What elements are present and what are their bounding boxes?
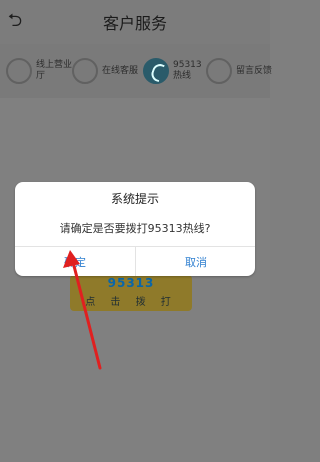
banner-number-graphic: 95313	[107, 276, 155, 290]
online-hall-icon	[6, 58, 32, 84]
tab-hotline[interactable]: 95313热线	[143, 53, 209, 89]
feedback-icon	[206, 58, 232, 84]
service-tabs: 线上营业厅 在线客服 95313热线 留言反馈	[0, 44, 272, 142]
dialog-title: 系统提示	[110, 192, 159, 206]
confirm-dialog: 系统提示 请确定是否要拨打95313热线? 确定 取消	[15, 182, 255, 276]
customer-service-screen: ⮌ 客户服务 线上营业厅 在线客服 95313热线 留言反馈 95313 点 击…	[0, 0, 272, 462]
app-header: ⮌ 客户服务	[0, 0, 270, 44]
hotline-banner[interactable]: 95313 点 击 拨 打	[70, 275, 192, 311]
phone-icon	[143, 58, 169, 84]
tab-label: 在线客服	[102, 65, 139, 76]
cancel-button[interactable]: 取消	[136, 247, 256, 276]
back-arrow-icon[interactable]: ⮌	[4, 10, 26, 32]
tab-feedback[interactable]: 留言反馈	[206, 53, 272, 89]
tab-online-service[interactable]: 在线客服	[72, 53, 138, 89]
page-title: 客户服务	[102, 14, 167, 33]
dialog-message: 请确定是否要拨打95313热线?	[59, 222, 211, 235]
confirm-button[interactable]: 确定	[15, 247, 135, 276]
tab-label: 留言反馈	[236, 65, 273, 76]
chat-icon	[72, 58, 98, 84]
call-now-text: 点 击 拨 打	[85, 297, 177, 308]
tab-online-hall[interactable]: 线上营业厅	[6, 53, 76, 89]
tab-label: 线上营业厅	[36, 60, 73, 81]
tab-label: 95313热线	[173, 60, 202, 81]
